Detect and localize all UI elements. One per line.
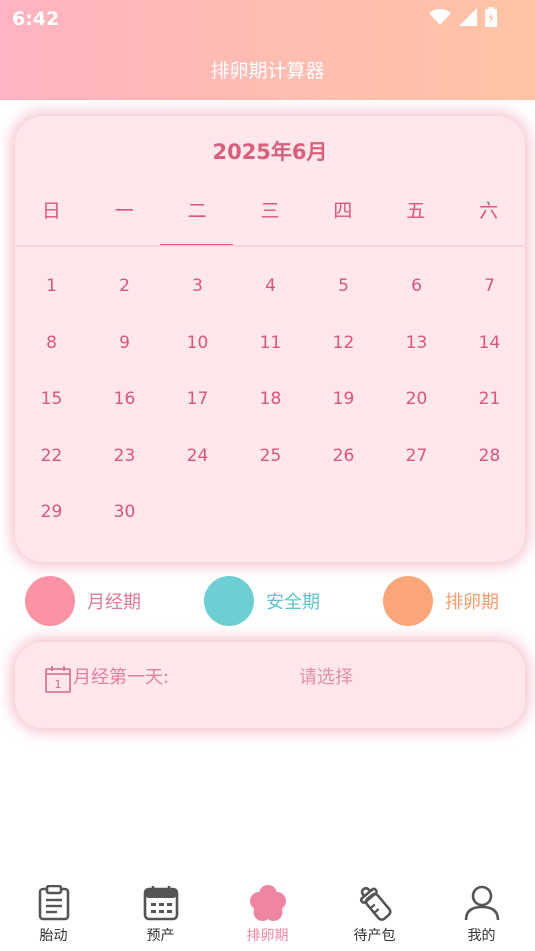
- battery-icon: [485, 7, 497, 27]
- legend-ovulation: 排卵期: [383, 575, 499, 627]
- calendar-icon: 1: [45, 666, 71, 693]
- period-start-selector[interactable]: 1 月经第一天: 请选择: [15, 642, 525, 728]
- nav-label: 待产包: [353, 928, 396, 944]
- calendar-day[interactable]: 14: [453, 323, 526, 380]
- nav-label: 排卵期: [246, 928, 289, 944]
- weekday-label: 四: [333, 200, 353, 222]
- calendar-day[interactable]: 13: [380, 323, 453, 380]
- calendar-day[interactable]: 12: [307, 323, 380, 380]
- calendar-day[interactable]: 4: [234, 266, 307, 323]
- calendar-day[interactable]: 5: [307, 266, 380, 323]
- nav-item-fetal-movement[interactable]: 胎动: [0, 880, 107, 951]
- calendar-day[interactable]: 29: [15, 492, 88, 549]
- calendar-day[interactable]: 2: [88, 266, 161, 323]
- legend-safe: 安全期: [204, 575, 320, 627]
- calendar-day[interactable]: 28: [453, 436, 526, 493]
- bottom-navigation: 胎动 预产 排卵期 待产包 我的: [0, 880, 535, 951]
- weekday-label: 二: [187, 200, 207, 222]
- nav-item-profile[interactable]: 我的: [428, 880, 535, 951]
- status-time: 6:42: [12, 8, 60, 30]
- calendar-card: 2025年6月 日 一 二 三 四 五 六 1 2 3 4 5 6 7 8 9 10 11 12 13 1…: [15, 116, 525, 562]
- weekday-label: 三: [260, 200, 280, 222]
- calendar-day[interactable]: 16: [88, 379, 161, 436]
- calendar-day[interactable]: 25: [234, 436, 307, 493]
- wifi-icon: [429, 9, 451, 25]
- signal-icon: [459, 8, 477, 26]
- legend-dot: [383, 576, 433, 626]
- calendar-day[interactable]: 3: [161, 266, 234, 323]
- status-icons: [429, 7, 497, 27]
- calendar-days-grid: 1 2 3 4 5 6 7 8 9 10 11 12 13 14 15 16 17 18 19 20 21 22 23 24 2…: [15, 266, 526, 549]
- weekday-label: 六: [479, 200, 499, 222]
- calendar-day[interactable]: 21: [453, 379, 526, 436]
- calendar-day[interactable]: 17: [161, 379, 234, 436]
- weekday-label: 五: [406, 200, 426, 222]
- calendar-day[interactable]: 1: [15, 266, 88, 323]
- weekday-header: 日 一 二 三 四 五 六: [15, 196, 525, 223]
- calendar-day[interactable]: 7: [453, 266, 526, 323]
- legend-label: 月经期: [87, 592, 141, 613]
- clipboard-icon: [38, 885, 69, 921]
- calendar-day[interactable]: 30: [88, 492, 161, 549]
- calendar-day[interactable]: 23: [88, 436, 161, 493]
- nav-item-ovulation[interactable]: 排卵期: [214, 880, 321, 951]
- page-title: 排卵期计算器: [210, 60, 325, 82]
- calendar-day[interactable]: 9: [88, 323, 161, 380]
- calendar-divider: [15, 245, 525, 247]
- period-start-label: 月经第一天:: [73, 667, 170, 688]
- weekday-label: 一: [114, 200, 134, 222]
- calendar-day[interactable]: 24: [161, 436, 234, 493]
- svg-text:1: 1: [55, 678, 62, 691]
- calendar-day[interactable]: 27: [380, 436, 453, 493]
- legend-label: 排卵期: [445, 592, 499, 613]
- nav-item-hospital-bag[interactable]: 待产包: [321, 880, 428, 951]
- calendar-month-title: 2025年6月: [212, 140, 328, 164]
- legend-dot: [25, 576, 75, 626]
- weekday-label: 日: [41, 200, 61, 222]
- nav-label: 我的: [467, 928, 496, 944]
- flower-icon: [249, 885, 286, 921]
- person-icon: [464, 885, 499, 921]
- calendar-icon: [143, 886, 178, 921]
- nav-label: 预产: [146, 928, 175, 944]
- calendar-day[interactable]: 15: [15, 379, 88, 436]
- calendar-day[interactable]: 26: [307, 436, 380, 493]
- calendar-day[interactable]: 11: [234, 323, 307, 380]
- calendar-day[interactable]: 10: [161, 323, 234, 380]
- legend-menstrual: 月经期: [25, 575, 141, 627]
- calendar-day[interactable]: 20: [380, 379, 453, 436]
- period-start-value[interactable]: 请选择: [299, 663, 353, 689]
- baby-bottle-icon: [359, 886, 392, 921]
- nav-label: 胎动: [39, 928, 68, 944]
- calendar-day[interactable]: 22: [15, 436, 88, 493]
- calendar-day[interactable]: 19: [307, 379, 380, 436]
- calendar-day[interactable]: 8: [15, 323, 88, 380]
- calendar-day[interactable]: 6: [380, 266, 453, 323]
- calendar-day[interactable]: 18: [234, 379, 307, 436]
- legend-label: 安全期: [266, 592, 320, 613]
- legend-dot: [204, 576, 254, 626]
- nav-item-due-date[interactable]: 预产: [107, 880, 214, 951]
- app-header: 6:42 排卵期计算器: [0, 0, 535, 100]
